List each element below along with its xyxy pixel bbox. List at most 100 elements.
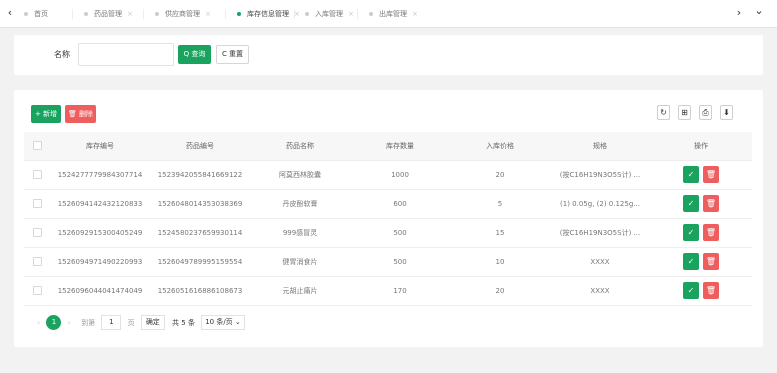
stock-id-cell: 1526094142432120833 (50, 189, 150, 219)
current-page-button[interactable]: 1 (46, 315, 62, 330)
tab-inventory-management[interactable]: 库存信息管理 × (237, 0, 300, 28)
quantity-cell: 600 (350, 189, 450, 219)
edit-icon[interactable]: ✓ (683, 166, 699, 183)
spec-cell: XXXX (550, 247, 650, 277)
stock-id-cell: 1526092915300405249 (50, 218, 150, 248)
tab-close-icon[interactable]: × (348, 10, 354, 18)
drug-id-cell: 1526048014353038369 (150, 189, 250, 219)
quantity-cell: 500 (350, 218, 450, 248)
export-icon[interactable]: ⬇ (720, 105, 733, 120)
tab-supplier-management[interactable]: 供应商管理 × (155, 0, 211, 28)
delete-row-icon[interactable]: 🗑 (703, 166, 719, 183)
edit-icon[interactable]: ✓ (683, 224, 699, 241)
search-panel: 名称 Q 查询 C 重置 (14, 35, 763, 75)
columns-filter-icon[interactable]: ⊞ (678, 105, 691, 120)
tab-close-icon[interactable]: × (205, 10, 211, 18)
price-cell: 10 (450, 247, 550, 277)
stock-id-cell: 1524277779984307714 (50, 160, 150, 190)
edit-icon[interactable]: ✓ (683, 282, 699, 299)
tab-label: 药品管理 (94, 10, 122, 18)
drug-id-cell: 1526051616886108673 (150, 276, 250, 306)
spec-cell: (按C16H19N3O5S计) ... (550, 160, 650, 190)
drug-id-cell: 1524580237659930114 (150, 218, 250, 248)
pagination: ‹ 1 › 到第 1 页 确定 共 5 条 10 条/页 ⌄ (33, 315, 245, 331)
header-spec: 规格 (550, 132, 650, 161)
query-button[interactable]: Q 查询 (178, 45, 211, 64)
tab-label: 出库管理 (379, 10, 407, 18)
select-all-checkbox[interactable] (32, 141, 42, 151)
refresh-icon[interactable]: ↻ (657, 105, 670, 120)
total-count: 共 5 条 (172, 318, 195, 327)
table-row: 1526092915300405249 1524580237659930114 … (24, 218, 752, 248)
tab-divider (225, 9, 226, 19)
quantity-cell: 170 (350, 276, 450, 306)
tab-divider (143, 9, 144, 19)
drug-name-cell: 阿莫西林胶囊 (250, 160, 350, 190)
confirm-page-button[interactable]: 确定 (140, 315, 165, 330)
tab-dot-icon (237, 12, 241, 16)
table-row: 1526094142432120833 1526048014353038369 … (24, 189, 752, 219)
price-cell: 20 (450, 276, 550, 306)
drug-name-cell: 健胃消食片 (250, 247, 350, 277)
spec-cell: (按C16H19N3O5S计) ... (550, 218, 650, 248)
tab-inbound-management[interactable]: 入库管理 × (305, 0, 354, 28)
prev-page-icon[interactable]: ‹ (37, 318, 40, 327)
row-checkbox[interactable] (32, 257, 42, 266)
row-checkbox[interactable] (32, 170, 42, 179)
header-actions: 操作 (650, 132, 752, 161)
tab-menu-chevron-down-icon[interactable]: ⌄ (753, 4, 765, 18)
tab-dot-icon (24, 12, 28, 16)
tab-scroll-left-icon[interactable]: ‹ (4, 6, 16, 20)
page-number-input[interactable]: 1 (101, 315, 122, 330)
table-row: 1526096044041474049 1526051616886108673 … (24, 276, 752, 306)
edit-icon[interactable]: ✓ (683, 253, 699, 270)
table-row: 1526094971490220993 1526049789995159554 … (24, 247, 752, 277)
goto-label: 到第 (81, 318, 96, 327)
tab-dot-icon (84, 12, 88, 16)
tab-divider (357, 9, 358, 19)
tab-bar: ‹ 首页 药品管理 × 供应商管理 × 库存信息管理 × 入库管理 × 出库管理 × › … (0, 0, 777, 28)
reset-button[interactable]: C 重置 (216, 45, 249, 64)
name-label: 名称 (54, 50, 70, 59)
tab-dot-icon (369, 12, 373, 16)
tab-drug-management[interactable]: 药品管理 × (84, 0, 133, 28)
delete-button[interactable]: 🗑 删除 (65, 105, 96, 123)
header-stock-id: 库存编号 (50, 132, 150, 161)
drug-name-cell: 丹皮酚软膏 (250, 189, 350, 219)
tab-outbound-management[interactable]: 出库管理 × (369, 0, 418, 28)
tab-scroll-right-icon[interactable]: › (733, 6, 745, 20)
edit-icon[interactable]: ✓ (683, 195, 699, 212)
add-button[interactable]: + 新增 (31, 105, 61, 123)
delete-row-icon[interactable]: 🗑 (703, 224, 719, 241)
stock-id-cell: 1526096044041474049 (50, 276, 150, 306)
delete-row-icon[interactable]: 🗑 (703, 253, 719, 270)
tab-dot-icon (305, 12, 309, 16)
tab-label: 库存信息管理 (247, 10, 289, 18)
drug-id-cell: 1526049789995159554 (150, 247, 250, 277)
row-checkbox[interactable] (32, 199, 42, 208)
delete-row-icon[interactable]: 🗑 (703, 282, 719, 299)
print-icon[interactable]: ⎙ (699, 105, 712, 120)
table-header-row: 库存编号 药品编号 药品名称 库存数量 入库价格 规格 操作 (24, 132, 752, 161)
tab-close-icon[interactable]: × (127, 10, 133, 18)
price-cell: 20 (450, 160, 550, 190)
tab-label: 首页 (34, 10, 48, 18)
next-page-icon[interactable]: › (68, 318, 71, 327)
drug-name-cell: 999感冒灵 (250, 218, 350, 248)
name-search-input[interactable] (78, 43, 174, 66)
page-size-select[interactable]: 10 条/页 ⌄ (201, 315, 245, 330)
tab-divider (72, 9, 73, 19)
table-row: 1524277779984307714 1523942055841669122 … (24, 160, 752, 190)
spec-cell: (1) 0.05g, (2) 0.125g... (550, 189, 650, 219)
drug-name-cell: 元胡止痛片 (250, 276, 350, 306)
tab-label: 入库管理 (315, 10, 343, 18)
delete-row-icon[interactable]: 🗑 (703, 195, 719, 212)
drug-id-cell: 1523942055841669122 (150, 160, 250, 190)
tab-close-icon[interactable]: × (412, 10, 418, 18)
row-checkbox[interactable] (32, 228, 42, 237)
price-cell: 15 (450, 218, 550, 248)
row-checkbox[interactable] (32, 286, 42, 295)
header-price: 入库价格 (450, 132, 550, 161)
tab-home[interactable]: 首页 (24, 0, 48, 28)
tab-divider (294, 9, 295, 19)
